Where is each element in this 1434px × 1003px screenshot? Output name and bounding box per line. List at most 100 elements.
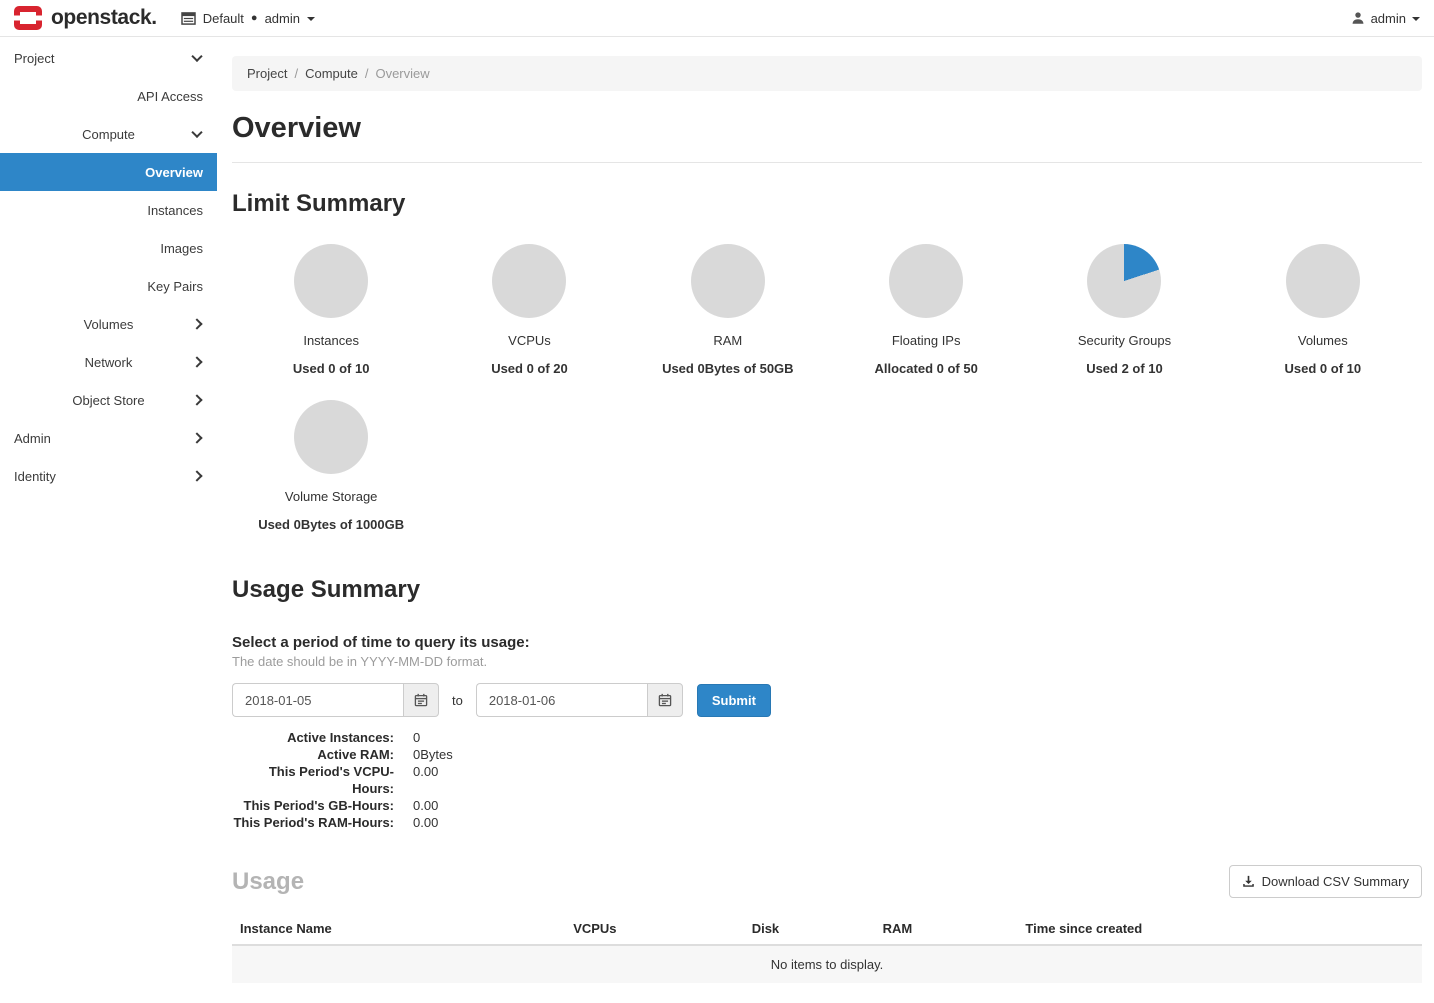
- sidebar-item-key-pairs[interactable]: Key Pairs: [0, 267, 217, 305]
- submit-button[interactable]: Submit: [697, 684, 771, 717]
- context-project-label: admin: [265, 11, 300, 26]
- sidebar-item-label: Compute: [14, 127, 203, 142]
- quota-usage-text: Allocated 0 of 50: [827, 361, 1025, 376]
- column-header-disk: Disk: [744, 913, 875, 945]
- stat-label: Active RAM:: [232, 746, 394, 763]
- page-title: Overview: [232, 112, 1422, 145]
- sidebar-item-api-access[interactable]: API Access: [0, 77, 217, 115]
- chevron-down-icon: [307, 17, 315, 21]
- usage-stats: Active Instances: 0 Active RAM: 0Bytes T…: [232, 729, 1422, 831]
- date-range-prompt: Select a period of time to query its usa…: [232, 634, 1422, 651]
- limit-card-volumes: Volumes Used 0 of 10: [1224, 244, 1422, 376]
- quota-pie-chart: [889, 244, 963, 318]
- quota-pie-chart: [294, 244, 368, 318]
- quota-label: Volume Storage: [232, 489, 430, 504]
- sidebar-item-admin[interactable]: Admin: [0, 419, 217, 457]
- limit-summary-title: Limit Summary: [232, 190, 1422, 218]
- download-icon: [1242, 875, 1255, 888]
- column-header-time-since-created: Time since created: [1017, 913, 1422, 945]
- stat-value: 0: [413, 729, 420, 746]
- empty-table-message: No items to display.: [232, 945, 1422, 983]
- sidebar-item-label: Images: [14, 241, 203, 256]
- breadcrumb: Project/Compute/Overview: [232, 56, 1422, 91]
- date-from-calendar-button[interactable]: [403, 683, 439, 717]
- sidebar-item-label: Instances: [14, 203, 203, 218]
- sidebar-item-overview[interactable]: Overview: [0, 153, 217, 191]
- stat-label: This Period's GB-Hours:: [232, 797, 394, 814]
- user-icon: [1351, 11, 1365, 25]
- quota-usage-text: Used 0 of 10: [1224, 361, 1422, 376]
- brand-wordmark: openstack.: [51, 6, 157, 30]
- breadcrumb-separator: /: [358, 66, 376, 81]
- divider: [232, 162, 1422, 163]
- sidebar-item-project[interactable]: Project: [0, 39, 217, 77]
- stat-row: This Period's GB-Hours: 0.00: [232, 797, 1422, 814]
- sidebar-item-volumes[interactable]: Volumes: [0, 305, 217, 343]
- limit-card-instances: Instances Used 0 of 10: [232, 244, 430, 376]
- column-header-vcpus: VCPUs: [565, 913, 744, 945]
- sidebar-item-instances[interactable]: Instances: [0, 191, 217, 229]
- quota-pie-chart: [1286, 244, 1360, 318]
- to-label: to: [449, 693, 466, 708]
- stat-value: 0Bytes: [413, 746, 453, 763]
- usage-table: Instance NameVCPUsDiskRAMTime since crea…: [232, 913, 1422, 983]
- quota-usage-text: Used 0 of 20: [430, 361, 628, 376]
- stat-value: 0.00: [413, 797, 438, 814]
- sidebar-item-label: Overview: [14, 165, 203, 180]
- date-to-group: [476, 683, 683, 717]
- download-csv-button[interactable]: Download CSV Summary: [1229, 865, 1422, 898]
- usage-table-title: Usage: [232, 868, 304, 896]
- quota-usage-text: Used 0Bytes of 1000GB: [232, 517, 430, 532]
- limit-card-ram: RAM Used 0Bytes of 50GB: [629, 244, 827, 376]
- date-range-form: to Submit: [232, 683, 1422, 717]
- limit-card-security-groups: Security Groups Used 2 of 10: [1025, 244, 1223, 376]
- limit-card-vcpus: VCPUs Used 0 of 20: [430, 244, 628, 376]
- user-menu[interactable]: admin: [1351, 11, 1420, 26]
- date-from-input[interactable]: [232, 683, 403, 717]
- top-bar: openstack. Default ● admin admin: [0, 0, 1434, 37]
- breadcrumb-compute[interactable]: Compute: [305, 66, 358, 81]
- quota-usage-text: Used 2 of 10: [1025, 361, 1223, 376]
- calendar-icon: [414, 693, 428, 707]
- limit-card-floating-ips: Floating IPs Allocated 0 of 50: [827, 244, 1025, 376]
- stat-label: This Period's VCPU-Hours:: [232, 763, 394, 797]
- stat-value: 0.00: [413, 814, 438, 831]
- usage-table-header: Usage Download CSV Summary: [232, 865, 1422, 898]
- quota-label: RAM: [629, 333, 827, 348]
- stat-row: Active Instances: 0: [232, 729, 1422, 746]
- date-format-hint: The date should be in YYYY-MM-DD format.: [232, 654, 1422, 669]
- quota-pie-chart: [1087, 244, 1161, 318]
- sidebar-item-label: API Access: [14, 89, 203, 104]
- column-header-instance-name: Instance Name: [232, 913, 565, 945]
- sidebar-item-network[interactable]: Network: [0, 343, 217, 381]
- quota-pie-chart: [294, 400, 368, 474]
- sidebar-item-label: Admin: [14, 431, 203, 446]
- sidebar-item-label: Volumes: [14, 317, 203, 332]
- date-to-input[interactable]: [476, 683, 647, 717]
- openstack-brand[interactable]: openstack.: [14, 6, 157, 30]
- quota-pie-chart: [492, 244, 566, 318]
- breadcrumb-separator: /: [287, 66, 305, 81]
- date-from-group: [232, 683, 439, 717]
- quota-label: Instances: [232, 333, 430, 348]
- limit-card-volume-storage: Volume Storage Used 0Bytes of 1000GB: [232, 400, 430, 532]
- project-context-switcher[interactable]: Default ● admin: [181, 11, 315, 26]
- sidebar-item-label: Network: [14, 355, 203, 370]
- sidebar-nav: Project API Access Compute Overview Inst…: [0, 37, 217, 495]
- column-header-ram: RAM: [875, 913, 1018, 945]
- sidebar-item-object-store[interactable]: Object Store: [0, 381, 217, 419]
- stat-label: Active Instances:: [232, 729, 394, 746]
- sidebar-item-label: Object Store: [14, 393, 203, 408]
- breadcrumb-project[interactable]: Project: [247, 66, 287, 81]
- sidebar-item-identity[interactable]: Identity: [0, 457, 217, 495]
- sidebar-item-images[interactable]: Images: [0, 229, 217, 267]
- table-row: No items to display.: [232, 945, 1422, 983]
- user-name-label: admin: [1371, 11, 1406, 26]
- stat-row: This Period's RAM-Hours: 0.00: [232, 814, 1422, 831]
- domain-icon: [181, 12, 196, 25]
- stat-row: This Period's VCPU-Hours: 0.00: [232, 763, 1422, 797]
- date-to-calendar-button[interactable]: [647, 683, 683, 717]
- sidebar-item-label: Project: [14, 51, 203, 66]
- quota-usage-text: Used 0Bytes of 50GB: [629, 361, 827, 376]
- sidebar-item-compute[interactable]: Compute: [0, 115, 217, 153]
